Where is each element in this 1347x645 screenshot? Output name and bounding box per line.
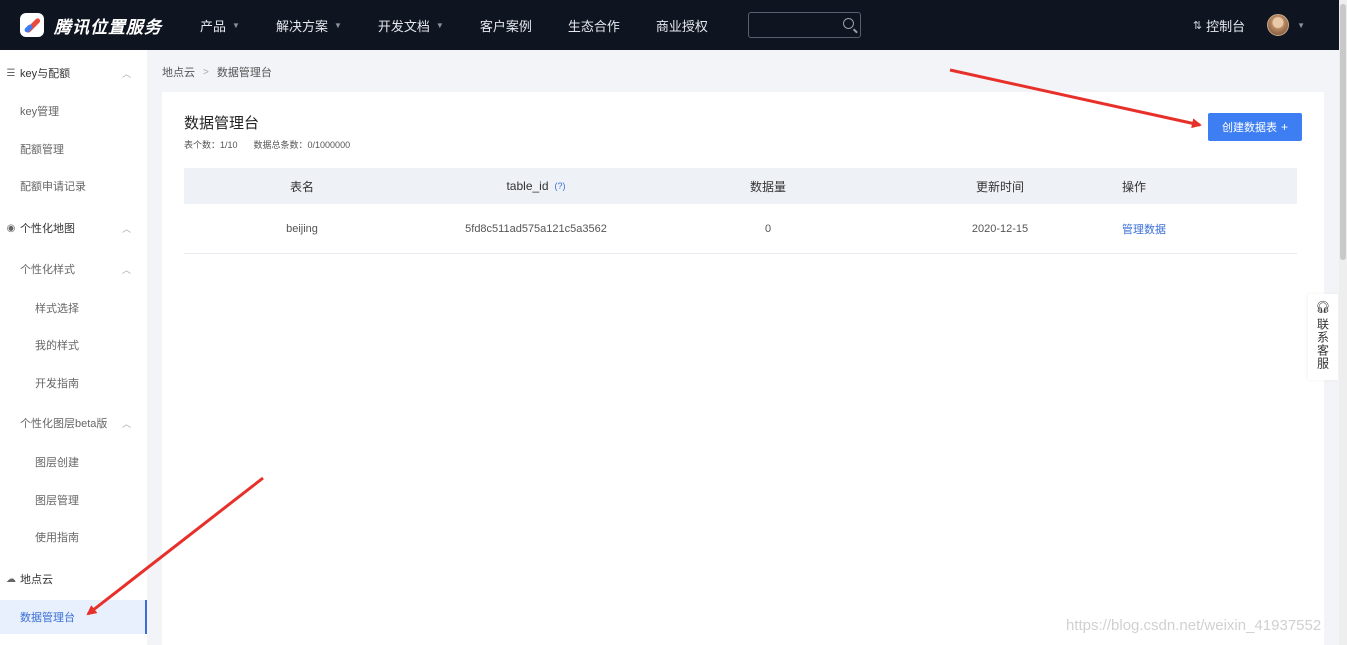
nav-item-license[interactable]: 商业授权 [656,16,708,35]
main-card: 数据管理台 表个数：1/10 数据总条数：0/1000000 创建数据表 + 表名… [162,92,1324,645]
table-header: 表名 table_id (?) 数据量 更新时间 操作 [184,168,1297,204]
breadcrumb-parent[interactable]: 地点云 [162,64,195,80]
nav-item-docs[interactable]: 开发文档 ▼ [378,16,444,35]
nav-item-ecosystem[interactable]: 生态合作 [568,16,620,35]
table-row: beijing 5fd8c511ad575a121c5a3562 0 2020-… [184,204,1297,254]
chevron-up-icon: ︿ [121,264,131,275]
chevron-down-icon: ▼ [333,20,342,30]
sidebar-item-key-manage[interactable]: key管理 [0,94,147,128]
stats-line: 表个数：1/10 数据总条数：0/1000000 [184,138,350,151]
sidebar-item-dev-guide[interactable]: 开发指南 [0,366,147,400]
sidebar-item-usage-guide[interactable]: 使用指南 [0,520,147,554]
sidebar-item-my-styles[interactable]: 我的样式 [0,328,147,362]
breadcrumb: 地点云 > 数据管理台 [162,64,272,80]
column-header-updated: 更新时间 [975,179,1024,194]
nav-item-cases[interactable]: 客户案例 [480,16,532,35]
search-input[interactable] [747,12,861,38]
sidebar-group-place-cloud[interactable]: ☁ 地点云 [0,562,147,596]
chevron-down-icon: ▼ [232,20,240,30]
data-table: 表名 table_id (?) 数据量 更新时间 操作 beijing 5fd8c… [184,168,1297,254]
chevron-up-icon: ︿ [121,418,131,429]
help-icon[interactable]: (?) [555,181,566,191]
sidebar-group-custom-map[interactable]: ◉ 个性化地图 ︿ [0,211,147,245]
header-right: ⇅ 控制台 ▼ [1193,0,1305,50]
chevron-down-icon[interactable]: ▼ [1297,21,1305,30]
console-link[interactable]: ⇅ 控制台 [1193,16,1245,35]
brand-name: 腾讯位置服务 [54,17,162,37]
headset-icon: 🎧︎ [1315,300,1331,314]
table-count: 表个数：1/10 [184,140,238,150]
data-total: 数据总条数：0/1000000 [253,140,351,150]
chevron-up-icon: ︿ [121,223,131,234]
cell-updated: 2020-12-15 [971,222,1029,235]
customer-service-tab[interactable]: 🎧︎ 联系客服 [1308,294,1338,380]
sidebar-item-layer-manage[interactable]: 图层管理 [0,483,147,517]
top-nav-bar: 腾讯位置服务 产品 ▼ 解决方案 ▼ 开发文档 ▼ 客户案例 生态合作 商业授权 ⇅ … [0,0,1339,50]
nav-item-solutions[interactable]: 解决方案 ▼ [276,16,342,35]
sidebar-item-layer-create[interactable]: 图层创建 [0,445,147,479]
avatar[interactable] [1267,14,1290,36]
chevron-up-icon: ︿ [121,68,131,79]
column-header-table-id: table_id (?) [506,179,566,193]
tencent-map-logo-icon [20,13,44,37]
sidebar-group-key-quota[interactable]: ☰ key与配额 ︿ [0,56,147,90]
create-table-button[interactable]: 创建数据表 + [1208,113,1302,141]
column-header-count: 数据量 [749,179,786,194]
main-nav: 产品 ▼ 解决方案 ▼ 开发文档 ▼ 客户案例 生态合作 商业授权 [200,16,744,35]
nav-item-products[interactable]: 产品 ▼ [200,16,240,35]
cell-table-id: 5fd8c511ad575a121c5a3562 [465,222,607,235]
breadcrumb-current: 数据管理台 [216,67,272,79]
sidebar-item-style-select[interactable]: 样式选择 [0,291,147,325]
watermark: https://blog.csdn.net/weixin_41937552 [1066,617,1322,634]
brand-logo[interactable]: 腾讯位置服务 [20,13,180,38]
chevron-right-icon: > [203,66,209,78]
palette-icon: ◉ [6,222,16,234]
column-header-name: 表名 [289,179,314,194]
chevron-down-icon: ▼ [435,20,444,30]
sidebar: ☰ key与配额 ︿ key管理 配额管理 配额申请记录 ◉ 个性化地图 ︿ 个性化样式… [0,50,147,645]
sidebar-item-quota-records[interactable]: 配额申请记录 [0,169,147,203]
manage-data-link[interactable]: 管理数据 [1122,204,1282,253]
sliders-icon: ⇅ [1192,19,1203,32]
sidebar-item-custom-layer-beta[interactable]: 个性化图层beta版 ︿ [0,406,147,440]
column-header-action: 操作 [1122,179,1147,194]
sidebar-item-quota-manage[interactable]: 配额管理 [0,132,147,166]
page-scrollbar[interactable] [1339,0,1347,645]
sidebar-item-custom-style[interactable]: 个性化样式 ︿ [0,252,147,286]
scrollbar-thumb[interactable] [1340,4,1346,260]
search-icon[interactable] [842,18,854,29]
page-title: 数据管理台 [184,115,260,132]
cell-name: beijing [286,222,318,235]
list-icon: ☰ [6,67,16,79]
cloud-icon: ☁ [6,573,16,585]
cell-count: 0 [764,222,772,235]
plus-icon: + [1280,120,1288,134]
sidebar-item-data-console[interactable]: 数据管理台 [0,600,147,634]
